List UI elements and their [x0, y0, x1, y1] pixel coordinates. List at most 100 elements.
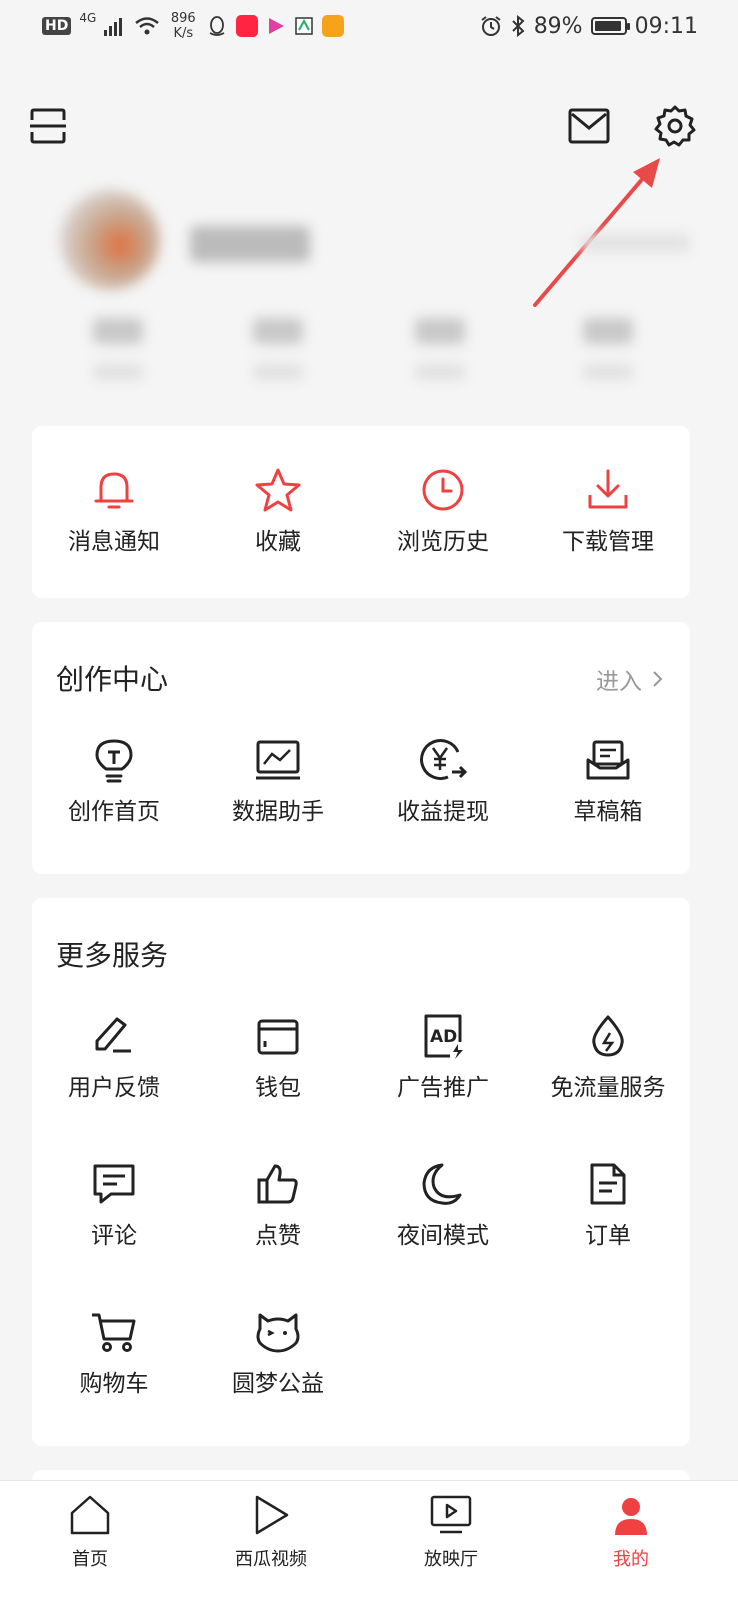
- order-icon: [590, 1163, 626, 1205]
- creator-item-drafts[interactable]: 草稿箱: [526, 734, 690, 826]
- stat-4[interactable]: [568, 318, 648, 380]
- quick-action-label: 浏览历史: [397, 529, 489, 555]
- tab-home[interactable]: 首页: [25, 1491, 155, 1571]
- service-label: 夜间模式: [397, 1223, 489, 1249]
- thumbs-up-icon: [257, 1164, 298, 1204]
- quick-action-downloads[interactable]: 下载管理: [526, 464, 690, 556]
- battery-percent: 89%: [533, 13, 583, 39]
- service-charity[interactable]: 圆梦公益: [196, 1306, 360, 1398]
- scan-icon: [30, 108, 66, 144]
- creator-item-label: 数据助手: [232, 799, 324, 825]
- scan-button[interactable]: [24, 102, 72, 150]
- net-speed: 896 K/s: [168, 11, 198, 41]
- signal-icon: [104, 18, 123, 36]
- charity-icon: [256, 1313, 300, 1353]
- service-label: 评论: [91, 1223, 137, 1249]
- service-ads[interactable]: AD 广告推广: [361, 1010, 525, 1102]
- enter-label: 进入: [596, 669, 642, 695]
- settings-button[interactable]: [651, 102, 699, 150]
- quick-action-label: 消息通知: [68, 529, 160, 555]
- svg-text:AD: AD: [430, 1027, 457, 1047]
- service-feedback[interactable]: 用户反馈: [32, 1010, 196, 1102]
- username-blurred: [190, 226, 310, 262]
- service-label: 用户反馈: [68, 1075, 160, 1101]
- chart-monitor-icon: [256, 740, 300, 780]
- creator-center-enter[interactable]: 进入: [596, 662, 664, 696]
- more-services-card: 更多服务 用户反馈 钱包 AD 广告推广 免流量服务 评论 点赞 夜间模式 订单…: [32, 898, 690, 1446]
- comment-icon: [93, 1164, 135, 1204]
- yuan-withdraw-icon: [420, 739, 468, 781]
- orange-app-icon: [322, 15, 345, 37]
- creator-center-title: 创作中心: [56, 663, 169, 696]
- service-label: 钱包: [255, 1075, 301, 1101]
- quick-action-notifications[interactable]: 消息通知: [32, 464, 196, 556]
- quick-actions-card: 消息通知 收藏 浏览历史 下载管理: [32, 426, 690, 598]
- status-bar: HD 4G 896 K/s 89% 09:11: [0, 0, 738, 52]
- mail-icon: [568, 108, 610, 144]
- status-left: HD 4G 896 K/s: [42, 11, 345, 41]
- service-label: 点赞: [255, 1223, 301, 1249]
- profile-icon: [615, 1498, 647, 1535]
- service-orders[interactable]: 订单: [526, 1158, 690, 1250]
- tab-label: 放映厅: [424, 1549, 478, 1570]
- home-icon: [70, 1495, 110, 1535]
- star-icon: [255, 468, 301, 512]
- play-icon: [255, 1495, 289, 1535]
- clock-icon: [422, 469, 464, 511]
- stat-1[interactable]: [78, 318, 158, 380]
- battery-icon: [590, 17, 630, 35]
- messages-button[interactable]: [565, 102, 613, 150]
- service-label: 圆梦公益: [232, 1371, 324, 1397]
- creator-item-label: 创作首页: [68, 799, 160, 825]
- video-app-icon: [269, 18, 285, 34]
- ad-icon: AD: [424, 1014, 463, 1059]
- profile-section[interactable]: [50, 190, 690, 400]
- xiaohongshu-app-icon: [236, 15, 259, 37]
- network-type: 4G: [79, 11, 97, 25]
- stat-2[interactable]: [238, 318, 318, 380]
- tab-mine[interactable]: 我的: [566, 1491, 696, 1571]
- tv-play-icon: [430, 1495, 472, 1534]
- wifi-icon: [135, 17, 160, 35]
- quick-action-history[interactable]: 浏览历史: [361, 464, 525, 556]
- avatar[interactable]: [60, 190, 160, 290]
- bluetooth-icon: [511, 15, 525, 37]
- chevron-right-icon: [653, 671, 663, 687]
- tab-xigua-video[interactable]: 西瓜视频: [206, 1491, 336, 1571]
- quick-action-favorites[interactable]: 收藏: [196, 464, 360, 556]
- net-speed-unit: K/s: [173, 26, 194, 41]
- clock-time: 09:11: [634, 13, 698, 39]
- more-services-title: 更多服务: [56, 939, 169, 972]
- creator-item-label: 草稿箱: [573, 799, 643, 825]
- service-label: 免流量服务: [550, 1075, 666, 1101]
- bell-icon: [94, 472, 134, 509]
- creator-item-label: 收益提现: [397, 799, 489, 825]
- stat-3[interactable]: [400, 318, 480, 380]
- lightbulb-icon: [95, 739, 133, 783]
- profile-link-blurred[interactable]: [580, 234, 690, 252]
- creator-item-data[interactable]: 数据助手: [196, 734, 360, 826]
- service-night-mode[interactable]: 夜间模式: [361, 1158, 525, 1250]
- tab-label: 我的: [613, 1549, 649, 1570]
- moon-icon: [422, 1163, 462, 1205]
- tab-label: 首页: [72, 1549, 108, 1570]
- creator-item-home[interactable]: 创作首页: [32, 734, 196, 826]
- service-cart[interactable]: 购物车: [32, 1306, 196, 1398]
- tab-theater[interactable]: 放映厅: [386, 1491, 516, 1571]
- qq-icon: [209, 16, 225, 36]
- pencil-icon: [95, 1017, 131, 1053]
- quick-action-label: 下载管理: [562, 529, 654, 555]
- service-comments[interactable]: 评论: [32, 1158, 196, 1250]
- service-wallet[interactable]: 钱包: [196, 1010, 360, 1102]
- net-speed-value: 896: [170, 11, 196, 26]
- tab-label: 西瓜视频: [235, 1549, 307, 1570]
- quick-action-label: 收藏: [255, 529, 301, 555]
- service-likes[interactable]: 点赞: [196, 1158, 360, 1250]
- service-free-data[interactable]: 免流量服务: [526, 1010, 690, 1102]
- service-label: 广告推广: [397, 1075, 489, 1101]
- service-label: 订单: [585, 1223, 631, 1249]
- download-icon: [588, 469, 628, 509]
- creator-item-earnings[interactable]: 收益提现: [361, 734, 525, 826]
- game-app-icon: [295, 17, 314, 35]
- hd-indicator: HD: [42, 17, 72, 35]
